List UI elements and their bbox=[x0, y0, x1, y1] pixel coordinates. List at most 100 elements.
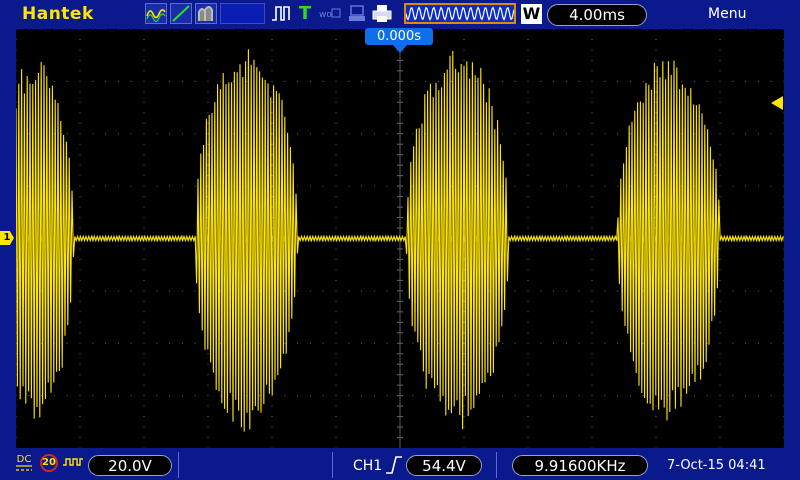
grid-dot bbox=[540, 342, 542, 344]
grid-dot bbox=[16, 437, 17, 438]
trigger-level-marker[interactable] bbox=[771, 96, 783, 110]
grid-dot bbox=[335, 80, 337, 82]
grid-dot bbox=[322, 342, 324, 344]
grid-dot bbox=[719, 374, 721, 376]
slope-icon[interactable] bbox=[170, 3, 192, 24]
bandwidth-limit-badge[interactable]: 20 bbox=[40, 454, 58, 472]
frequency-readout: 9.91600KHz bbox=[512, 455, 648, 476]
probe-icon[interactable] bbox=[62, 455, 84, 471]
grid-dot bbox=[629, 29, 631, 30]
grid-dot bbox=[527, 353, 529, 355]
grid-dot bbox=[143, 206, 145, 208]
grid-dot bbox=[245, 29, 247, 30]
grid-dot bbox=[476, 29, 478, 30]
grid-dot bbox=[297, 80, 299, 82]
printer-icon[interactable] bbox=[371, 3, 393, 24]
grid-dot bbox=[745, 80, 747, 82]
grid-dot bbox=[386, 80, 388, 82]
grid-dot bbox=[207, 405, 209, 407]
ch1-ground-marker[interactable]: 1 bbox=[0, 231, 14, 245]
grid-dot bbox=[489, 395, 491, 397]
grid-dot bbox=[617, 29, 619, 30]
grid-dot bbox=[143, 29, 145, 30]
grid-dot bbox=[540, 80, 542, 82]
trigger-level-value[interactable]: 54.4V bbox=[406, 455, 482, 476]
trigger-T-icon[interactable]: T bbox=[296, 3, 314, 24]
trigger-position-arrow[interactable] bbox=[393, 45, 407, 53]
grid-dot bbox=[271, 405, 273, 407]
waveform-display[interactable] bbox=[16, 29, 784, 448]
grid-dot bbox=[335, 342, 337, 344]
trigger-rising-edge-icon[interactable] bbox=[385, 455, 403, 475]
grid-dot bbox=[271, 59, 273, 61]
grid-dot bbox=[412, 342, 414, 344]
grid-dot bbox=[105, 185, 107, 187]
grid-dot bbox=[591, 101, 593, 103]
status-blank-box bbox=[220, 3, 265, 24]
grid-dot bbox=[655, 405, 657, 407]
grid-dot bbox=[527, 59, 529, 61]
grid-dot bbox=[527, 70, 529, 72]
grid-dot bbox=[28, 29, 30, 30]
menu-button[interactable]: Menu bbox=[708, 6, 746, 22]
grid-dot bbox=[92, 185, 94, 187]
grid-dot bbox=[335, 112, 337, 114]
trigger-source[interactable]: CH1 bbox=[353, 458, 382, 474]
grid-dot bbox=[745, 395, 747, 397]
grid-dot bbox=[373, 342, 375, 344]
grid-dot bbox=[335, 405, 337, 407]
grid-dot bbox=[591, 311, 593, 313]
timebase-display[interactable]: 4.00ms bbox=[547, 4, 647, 26]
grid-dot bbox=[591, 154, 593, 156]
grid-dot bbox=[591, 374, 593, 376]
trigger-position-label[interactable]: 0.000s bbox=[365, 28, 433, 45]
acquisition-wave-icon[interactable] bbox=[404, 3, 516, 24]
grid-dot bbox=[527, 447, 529, 448]
grid-dot bbox=[719, 321, 721, 323]
grid-dot bbox=[16, 342, 17, 344]
grid-dot bbox=[719, 395, 721, 397]
grid-dot bbox=[527, 206, 529, 208]
grid-dot bbox=[719, 133, 721, 135]
grid-dot bbox=[681, 29, 683, 30]
grid-dot bbox=[476, 133, 478, 135]
grid-dot bbox=[207, 154, 209, 156]
grid-dot bbox=[335, 248, 337, 250]
grid-dot bbox=[719, 437, 721, 438]
grid-dot bbox=[207, 122, 209, 124]
waveform-icon[interactable] bbox=[145, 3, 167, 24]
grid-dot bbox=[527, 426, 529, 428]
grid-dot bbox=[92, 80, 94, 82]
grid-dot bbox=[16, 101, 17, 103]
grid-dot bbox=[309, 80, 311, 82]
grid-dot bbox=[783, 196, 784, 198]
ch1-volts-per-div[interactable]: 20.0V bbox=[88, 455, 172, 476]
grid-dot bbox=[92, 133, 94, 135]
grid-dot bbox=[783, 447, 784, 448]
grid-dot bbox=[412, 80, 414, 82]
grid-dot bbox=[335, 437, 337, 438]
grid-dot bbox=[335, 175, 337, 177]
grid-dot bbox=[271, 437, 273, 438]
grid-dot bbox=[207, 363, 209, 365]
grid-dot bbox=[335, 70, 337, 72]
coupling-indicator[interactable]: DC bbox=[14, 455, 34, 474]
grid-dot bbox=[169, 80, 171, 82]
grid-dot bbox=[578, 290, 580, 292]
grid-dot bbox=[783, 395, 784, 397]
grid-dot bbox=[92, 29, 94, 30]
grid-dot bbox=[194, 342, 196, 344]
pulse-icon[interactable] bbox=[270, 3, 292, 24]
grid-dot bbox=[284, 290, 286, 292]
grid-dot bbox=[591, 49, 593, 51]
grid-dot bbox=[156, 290, 158, 292]
divider bbox=[178, 452, 179, 478]
persist-icon[interactable] bbox=[195, 3, 217, 24]
grid-dot bbox=[770, 29, 772, 30]
grid-dot bbox=[591, 133, 593, 135]
grid-dot bbox=[361, 290, 363, 292]
grid-dot bbox=[732, 80, 734, 82]
acquire-mode-badge[interactable]: W bbox=[521, 4, 542, 24]
grid-dot bbox=[143, 101, 145, 103]
grid-dot bbox=[79, 143, 81, 145]
